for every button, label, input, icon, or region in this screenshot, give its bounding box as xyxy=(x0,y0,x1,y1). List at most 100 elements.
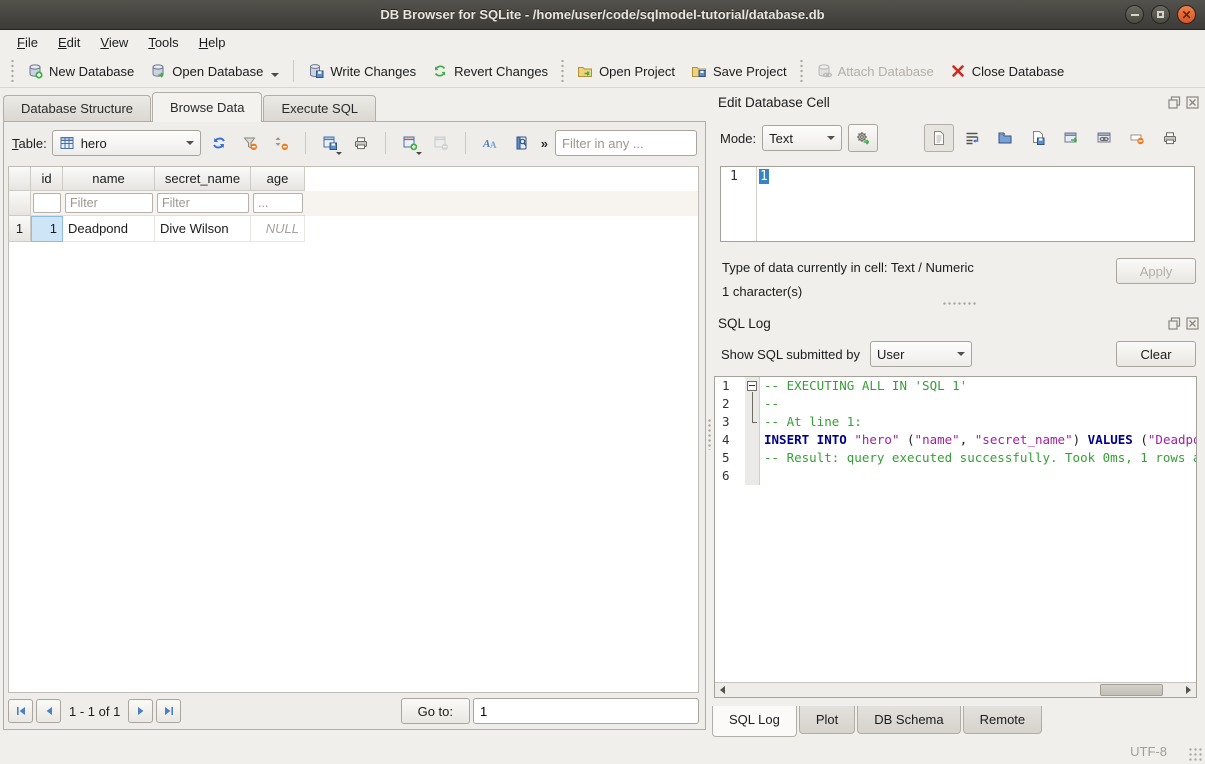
sql-line: 3 -- At line 1: xyxy=(715,413,1196,431)
dock-splitter-handle[interactable] xyxy=(942,301,976,307)
revert-changes-button[interactable]: Revert Changes xyxy=(424,58,556,84)
cell-name[interactable]: Deadpond xyxy=(63,216,155,242)
menu-edit[interactable]: Edit xyxy=(49,32,89,53)
horizontal-scrollbar[interactable] xyxy=(715,682,1196,697)
cell-id[interactable]: 1 xyxy=(31,216,63,242)
open-database-button[interactable]: Open Database xyxy=(142,58,287,84)
scroll-right-button[interactable] xyxy=(1181,683,1196,697)
open-project-icon xyxy=(577,63,593,79)
first-page-button[interactable] xyxy=(8,699,33,723)
column-header-age[interactable]: age xyxy=(251,167,305,191)
clear-sorting-button[interactable] xyxy=(268,130,294,156)
open-database-dropdown-icon[interactable] xyxy=(271,73,279,77)
close-panel-icon[interactable] xyxy=(1186,317,1199,330)
cell-age[interactable]: NULL xyxy=(251,216,305,242)
clear-log-button[interactable]: Clear xyxy=(1116,341,1196,367)
fold-marker-collapse[interactable] xyxy=(745,377,760,395)
auto-apply-button[interactable] xyxy=(848,124,878,152)
set-link-button[interactable] xyxy=(1089,124,1119,152)
cell-editor[interactable]: 1 1 xyxy=(720,166,1195,242)
save-table-button[interactable] xyxy=(317,130,343,156)
menu-view[interactable]: View xyxy=(91,32,137,53)
insert-record-button[interactable] xyxy=(397,130,423,156)
insert-record-dropdown-icon[interactable] xyxy=(416,152,422,155)
age-filter-input[interactable] xyxy=(253,193,303,213)
tab-plot[interactable]: Plot xyxy=(799,706,855,734)
set-null-button[interactable] xyxy=(1122,124,1152,152)
save-project-label: Save Project xyxy=(713,64,787,79)
next-page-button[interactable] xyxy=(128,699,153,723)
table-combobox[interactable]: hero xyxy=(52,130,201,156)
goto-button[interactable]: Go to: xyxy=(401,698,470,724)
mode-combobox[interactable]: Text xyxy=(762,125,842,151)
tab-remote[interactable]: Remote xyxy=(963,706,1043,734)
table-combobox-value: hero xyxy=(81,136,107,151)
word-wrap-button[interactable] xyxy=(957,124,987,152)
float-panel-icon[interactable] xyxy=(1168,317,1181,330)
edit-display-format-button[interactable]: A A xyxy=(477,130,503,156)
open-project-button[interactable]: Open Project xyxy=(569,58,683,84)
close-button[interactable]: ✕ xyxy=(1177,5,1196,24)
column-header-name[interactable]: name xyxy=(63,167,155,191)
menu-file[interactable]: File xyxy=(8,32,47,53)
font-icon: A A xyxy=(482,135,498,151)
last-page-button[interactable] xyxy=(156,699,181,723)
find-in-table-button[interactable] xyxy=(508,130,534,156)
export-data-button[interactable] xyxy=(1023,124,1053,152)
secret-name-filter-input[interactable] xyxy=(157,193,249,213)
revert-changes-icon xyxy=(432,63,448,79)
grid-corner-header[interactable] xyxy=(9,167,31,191)
import-data-button[interactable] xyxy=(990,124,1020,152)
sql-line: 6 xyxy=(715,467,1196,485)
scrollbar-track[interactable] xyxy=(730,683,1181,697)
toolbar-grip[interactable] xyxy=(10,60,15,82)
cell-editor-content[interactable]: 1 xyxy=(757,167,1194,241)
sql-string: "Deadpond xyxy=(1148,432,1196,447)
clear-filters-button[interactable] xyxy=(237,130,263,156)
toolbar-grip[interactable] xyxy=(799,60,804,82)
sql-log-title: SQL Log xyxy=(718,316,1163,331)
tab-browse-data[interactable]: Browse Data xyxy=(152,92,262,122)
toolbar-grip[interactable] xyxy=(560,60,565,82)
cell-secret-name[interactable]: Dive Wilson xyxy=(155,216,251,242)
resize-grip[interactable] xyxy=(1188,747,1202,761)
column-header-id[interactable]: id xyxy=(31,167,63,191)
scroll-left-button[interactable] xyxy=(715,683,730,697)
save-project-icon xyxy=(691,63,707,79)
float-panel-icon[interactable] xyxy=(1168,96,1181,109)
save-project-button[interactable]: Save Project xyxy=(683,58,795,84)
maximize-button[interactable] xyxy=(1151,5,1170,24)
name-filter-input[interactable] xyxy=(65,193,153,213)
new-database-button[interactable]: New Database xyxy=(19,58,142,84)
row-number[interactable]: 1 xyxy=(9,216,31,242)
previous-page-button[interactable] xyxy=(36,699,61,723)
close-panel-icon[interactable] xyxy=(1186,96,1199,109)
print-cell-button[interactable] xyxy=(1155,124,1185,152)
close-database-button[interactable]: Close Database xyxy=(942,58,1073,84)
grid-filter-row xyxy=(9,191,698,216)
refresh-button[interactable] xyxy=(206,130,232,156)
text-mode-button[interactable] xyxy=(924,124,954,152)
scrollbar-thumb[interactable] xyxy=(1100,684,1163,696)
apply-button[interactable]: Apply xyxy=(1116,258,1196,284)
save-table-dropdown-icon[interactable] xyxy=(336,152,342,155)
write-changes-button[interactable]: Write Changes xyxy=(300,58,424,84)
sql-user-combobox[interactable]: User xyxy=(870,341,972,367)
open-external-button[interactable] xyxy=(1056,124,1086,152)
last-page-icon xyxy=(163,705,175,717)
tab-sql-log[interactable]: SQL Log xyxy=(712,706,797,737)
column-header-secret-name[interactable]: secret_name xyxy=(155,167,251,191)
goto-input[interactable] xyxy=(473,698,699,724)
sql-line: 1 -- EXECUTING ALL IN 'SQL 1' xyxy=(715,377,1196,395)
minimize-button[interactable] xyxy=(1125,5,1144,24)
print-table-button[interactable] xyxy=(348,130,374,156)
menu-tools[interactable]: Tools xyxy=(139,32,187,53)
menu-help[interactable]: Help xyxy=(190,32,235,53)
tab-db-schema[interactable]: DB Schema xyxy=(857,706,960,734)
tab-execute-sql[interactable]: Execute SQL xyxy=(263,95,376,122)
tab-database-structure[interactable]: Database Structure xyxy=(3,95,151,122)
any-column-filter-input[interactable] xyxy=(555,130,697,156)
toolbar-overflow-button[interactable]: » xyxy=(539,136,550,151)
id-filter-input[interactable] xyxy=(33,193,61,213)
sql-log-editor[interactable]: 1 -- EXECUTING ALL IN 'SQL 1' 2 -- 3 -- … xyxy=(714,376,1197,698)
